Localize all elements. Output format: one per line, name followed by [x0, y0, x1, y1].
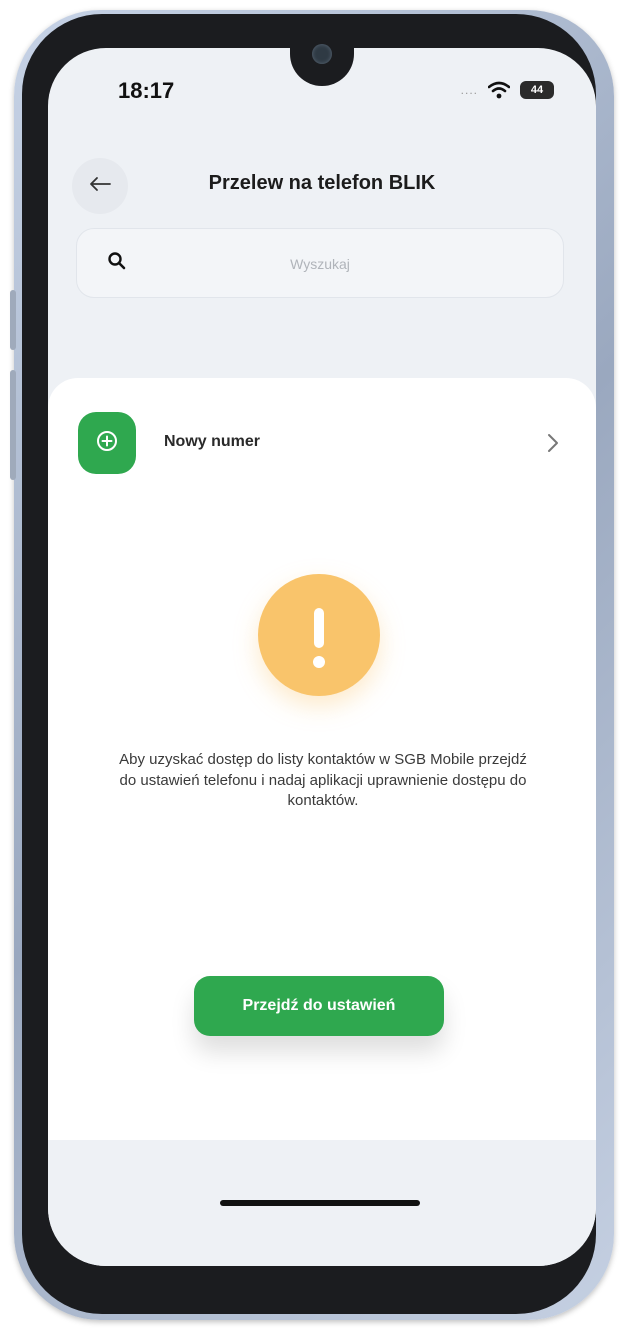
screen: 18:17 .... 44 Przelew na telefon BLIK Wy… — [48, 48, 596, 1266]
exclamation-dot — [313, 656, 325, 668]
page-title: Przelew na telefon BLIK — [208, 172, 436, 194]
status-icons: .... 44 — [461, 81, 554, 99]
wifi-icon — [488, 81, 510, 99]
home-indicator[interactable] — [220, 1200, 420, 1206]
content-card: Nowy numer Aby uzyskać dostęp do listy k… — [48, 378, 596, 1140]
status-time: 18:17 — [118, 78, 175, 103]
exclamation-icon — [258, 574, 380, 696]
search-icon — [107, 251, 127, 276]
search-input[interactable] — [137, 243, 503, 285]
camera-icon — [312, 44, 332, 64]
exclamation-bar — [314, 608, 324, 648]
volume-rocker — [10, 370, 16, 480]
new-number-label: Nowy numer — [164, 433, 261, 450]
permission-message: Aby uzyskać dostęp do listy kontaktów w … — [119, 751, 527, 810]
go-to-settings-button[interactable]: Przejdź do ustawień — [194, 976, 444, 1036]
volume-button — [10, 290, 16, 350]
new-number-item[interactable]: Nowy numer — [78, 412, 568, 474]
chevron-right-icon — [546, 432, 560, 459]
signal-icon: .... — [460, 83, 478, 97]
battery-icon: 44 — [520, 81, 554, 99]
search-bar[interactable] — [76, 228, 564, 298]
header: Przelew na telefon BLIK — [48, 148, 596, 214]
new-number-badge — [78, 412, 136, 474]
plus-circle-icon — [95, 429, 119, 458]
